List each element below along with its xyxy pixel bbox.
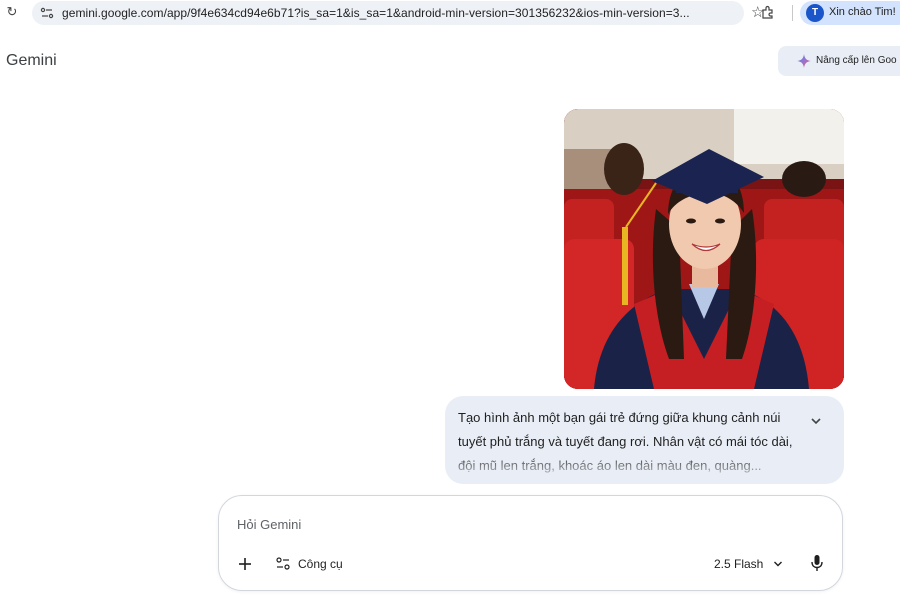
app-title[interactable]: Gemini (6, 52, 57, 70)
extensions-icon[interactable] (760, 4, 776, 20)
avatar: T (806, 4, 824, 22)
upgrade-label: Nâng cấp lên Goo (816, 55, 897, 66)
user-prompt-bubble: Tạo hình ảnh một bạn gái trẻ đứng giữa k… (445, 396, 844, 484)
prompt-input[interactable] (237, 514, 797, 534)
chevron-down-icon (774, 561, 782, 567)
graduation-portrait-image (564, 109, 844, 389)
model-label: 2.5 Flash (714, 557, 764, 571)
tools-icon (276, 557, 290, 570)
toolbar-divider (792, 5, 793, 21)
profile-greeting: Xin chào Tim! (829, 6, 896, 18)
tools-label: Công cụ (298, 557, 343, 571)
sparkle-icon (797, 54, 811, 68)
address-bar[interactable]: gemini.google.com/app/9f4e634cd94e6b71?i… (32, 1, 764, 25)
browser-toolbar: ↻ gemini.google.com/app/9f4e634cd94e6b71… (0, 0, 900, 26)
microphone-icon[interactable] (809, 554, 825, 572)
model-selector[interactable]: 2.5 Flash (713, 553, 785, 575)
url-text[interactable]: gemini.google.com/app/9f4e634cd94e6b71?i… (62, 6, 690, 20)
tools-button[interactable]: Công cụ (275, 553, 355, 575)
uploaded-image[interactable] (564, 109, 844, 389)
reload-icon[interactable]: ↻ (4, 4, 20, 20)
site-info-icon[interactable] (40, 6, 54, 20)
prompt-composer: Công cụ 2.5 Flash (218, 495, 843, 591)
prompt-fade (458, 452, 804, 478)
upgrade-button[interactable]: Nâng cấp lên Goo (778, 46, 900, 76)
expand-chevron-icon[interactable] (809, 414, 823, 428)
add-icon[interactable] (235, 554, 255, 574)
profile-chip[interactable]: T Xin chào Tim! (800, 1, 900, 25)
